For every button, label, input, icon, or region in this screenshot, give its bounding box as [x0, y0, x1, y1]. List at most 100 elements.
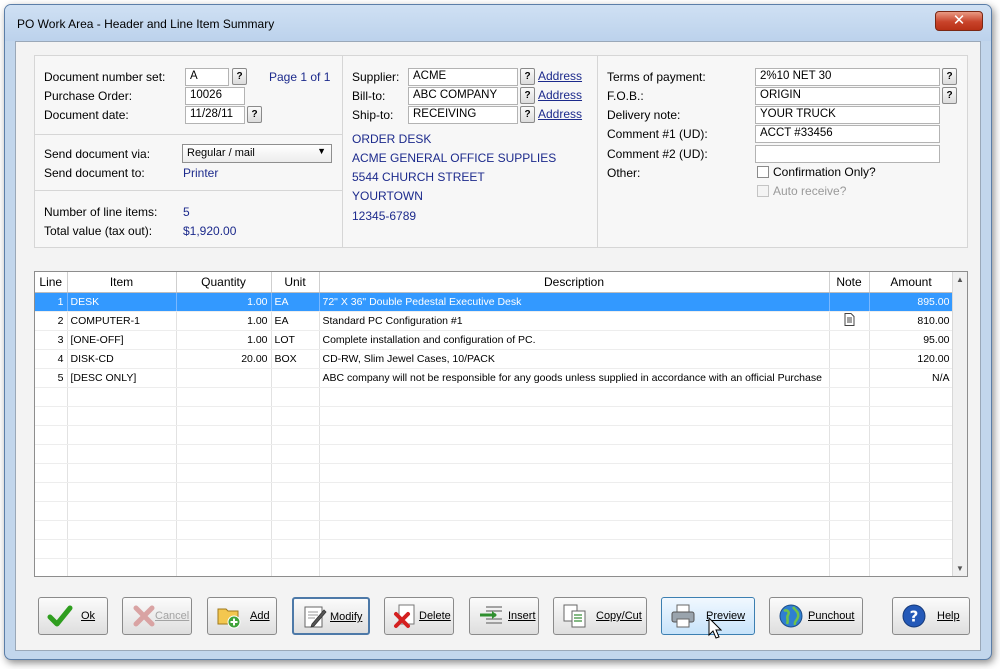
auto-receive-checkbox[interactable]	[757, 185, 769, 197]
supplier-label: Supplier:	[352, 70, 400, 84]
copy-cut-button[interactable]: Copy/Cut	[553, 597, 647, 635]
line-items-grid[interactable]: Line Item Quantity Unit Description Note…	[34, 271, 968, 577]
supplier-field[interactable]: ACME	[408, 68, 518, 86]
table-row[interactable]: 2 COMPUTER-1 1.00 EA Standard PC Configu…	[35, 311, 954, 331]
document-number-set-field[interactable]: A	[185, 68, 229, 86]
cancel-x-icon	[133, 605, 155, 627]
cell-line: 3	[35, 330, 68, 350]
supplier-address-link[interactable]: Address	[538, 69, 582, 83]
note-document-icon[interactable]	[844, 312, 855, 326]
empty-row	[35, 387, 954, 407]
scroll-up-icon[interactable]: ▲	[953, 272, 967, 287]
document-date-label: Document date:	[44, 108, 129, 122]
send-to-label: Send document to:	[44, 166, 145, 180]
scroll-down-icon[interactable]: ▼	[953, 561, 967, 576]
insert-row-icon	[480, 606, 502, 624]
billto-lookup-button[interactable]: ?	[520, 87, 535, 104]
add-button[interactable]: Add	[207, 597, 277, 635]
close-button[interactable]: ✕	[935, 11, 983, 31]
cell-description: CD-RW, Slim Jewel Cases, 10/PACK	[319, 349, 830, 369]
ok-button[interactable]: Ok	[38, 597, 108, 635]
fob-field[interactable]: ORIGIN	[755, 87, 940, 105]
column-header-line[interactable]: Line	[35, 272, 68, 293]
empty-row	[35, 482, 954, 502]
number-set-lookup-button[interactable]: ?	[232, 68, 247, 85]
column-header-amount[interactable]: Amount	[869, 272, 954, 293]
billto-field[interactable]: ABC COMPANY	[408, 87, 518, 105]
cell-note	[829, 311, 870, 331]
table-row[interactable]: 4 DISK-CD 20.00 BOX CD-RW, Slim Jewel Ca…	[35, 349, 954, 369]
billto-address-link[interactable]: Address	[538, 88, 582, 102]
column-header-description[interactable]: Description	[319, 272, 830, 293]
insert-button[interactable]: Insert	[469, 597, 539, 635]
punchout-button[interactable]: Punchout	[769, 597, 863, 635]
column-header-unit[interactable]: Unit	[271, 272, 320, 293]
cell-line: 1	[35, 292, 68, 312]
chevron-down-icon: ▼	[317, 146, 326, 156]
delivery-note-label: Delivery note:	[607, 108, 681, 122]
fob-lookup-button[interactable]: ?	[942, 87, 957, 104]
modify-button-label: Modify	[330, 611, 363, 623]
empty-row	[35, 558, 954, 576]
cell-unit: EA	[271, 292, 320, 312]
window-title: PO Work Area - Header and Line Item Summ…	[17, 17, 275, 31]
comment2-field[interactable]	[755, 145, 940, 163]
empty-row	[35, 444, 954, 464]
delete-button-label: Delete	[419, 610, 451, 622]
title-bar[interactable]: PO Work Area - Header and Line Item Summ…	[5, 5, 991, 41]
confirmation-only-label: Confirmation Only?	[773, 165, 876, 179]
terms-lookup-button[interactable]: ?	[942, 68, 957, 85]
divider	[35, 190, 343, 191]
cell-note	[829, 349, 870, 369]
document-date-field[interactable]: 11/28/11	[185, 106, 245, 124]
empty-row	[35, 425, 954, 445]
copy-icon	[563, 604, 586, 628]
help-button[interactable]: ? Help	[892, 597, 970, 635]
modify-button[interactable]: Modify	[292, 597, 370, 635]
send-via-value: Regular / mail	[187, 147, 255, 159]
send-via-select[interactable]: Regular / mail ▼	[182, 144, 332, 163]
insert-button-label: Insert	[508, 610, 536, 622]
line-items-label: Number of line items:	[44, 205, 158, 219]
supplier-lookup-button[interactable]: ?	[520, 68, 535, 85]
column-header-item[interactable]: Item	[67, 272, 177, 293]
delete-icon	[394, 604, 415, 628]
line-items-count: 5	[183, 205, 190, 219]
date-lookup-button[interactable]: ?	[247, 106, 262, 123]
shipto-address-link[interactable]: Address	[538, 107, 582, 121]
svg-text:?: ?	[910, 608, 919, 626]
delivery-note-field[interactable]: YOUR TRUCK	[755, 106, 940, 124]
auto-receive-label: Auto receive?	[773, 184, 847, 198]
comment1-field[interactable]: ACCT #33456	[755, 125, 940, 143]
cancel-button[interactable]: Cancel	[122, 597, 192, 635]
purchase-order-field[interactable]: 10026	[185, 87, 245, 105]
address-line: ORDER DESK	[352, 132, 432, 146]
shipto-field[interactable]: RECEIVING	[408, 106, 518, 124]
column-header-note[interactable]: Note	[829, 272, 870, 293]
terms-of-payment-field[interactable]: 2%10 NET 30	[755, 68, 940, 86]
divider	[35, 134, 343, 135]
cell-note	[829, 368, 870, 388]
mouse-cursor-icon	[708, 617, 722, 639]
table-row[interactable]: 5 [DESC ONLY] ABC company will not be re…	[35, 368, 954, 388]
cell-line: 4	[35, 349, 68, 369]
document-section: Document number set: A ? Page 1 of 1 Pur…	[35, 56, 343, 247]
table-row[interactable]: 1 DESK 1.00 EA 72" X 36" Double Pedestal…	[35, 292, 954, 312]
total-value-label: Total value (tax out):	[44, 224, 153, 238]
cell-amount: 120.00	[869, 349, 954, 369]
delete-button[interactable]: Delete	[384, 597, 454, 635]
cell-amount: 95.00	[869, 330, 954, 350]
column-header-quantity[interactable]: Quantity	[176, 272, 272, 293]
table-row[interactable]: 3 [ONE-OFF] 1.00 LOT Complete installati…	[35, 330, 954, 350]
empty-row	[35, 539, 954, 559]
shipto-lookup-button[interactable]: ?	[520, 106, 535, 123]
cell-amount: N/A	[869, 368, 954, 388]
table-header: Line Item Quantity Unit Description Note…	[35, 272, 954, 293]
cell-unit	[271, 368, 320, 388]
cell-amount: 810.00	[869, 311, 954, 331]
confirmation-only-checkbox[interactable]	[757, 166, 769, 178]
vertical-scrollbar[interactable]: ▲ ▼	[952, 272, 967, 576]
cell-unit: LOT	[271, 330, 320, 350]
shipto-label: Ship-to:	[352, 108, 394, 122]
cell-item: COMPUTER-1	[67, 311, 177, 331]
